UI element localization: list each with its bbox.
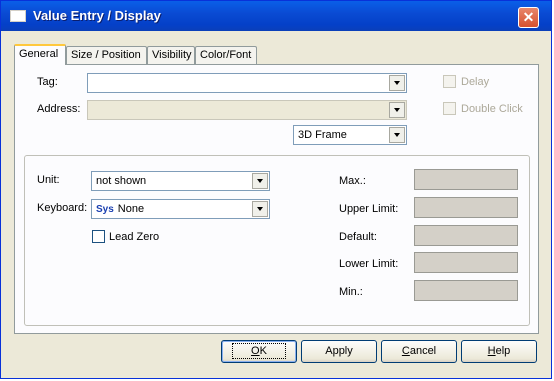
- apply-label: Apply: [325, 345, 353, 357]
- upper-limit-label: Upper Limit:: [339, 203, 399, 215]
- double-click-label: Double Click: [461, 103, 523, 115]
- delay-checkbox[interactable]: [443, 75, 456, 88]
- unit-dropdown-arrow-icon[interactable]: [252, 173, 268, 189]
- tag-dropdown-arrow-icon[interactable]: [389, 75, 405, 91]
- address-combobox[interactable]: [87, 100, 407, 120]
- keyboard-value: None: [117, 203, 145, 215]
- unit-label: Unit:: [37, 174, 60, 186]
- unit-combobox[interactable]: not shown: [91, 171, 270, 191]
- frame-style-combobox[interactable]: 3D Frame: [293, 125, 407, 145]
- ok-mnemonic: O: [251, 345, 260, 357]
- help-mnemonic: H: [487, 345, 496, 357]
- upper-limit-field[interactable]: [414, 197, 518, 218]
- lower-limit-field[interactable]: [414, 252, 518, 273]
- keyboard-combobox[interactable]: Sys None: [91, 199, 270, 219]
- cancel-button-label: Cancel: [402, 345, 436, 357]
- tag-combobox[interactable]: [87, 73, 407, 93]
- tab-visibility[interactable]: Visibility: [147, 46, 195, 64]
- keyboard-label: Keyboard:: [37, 202, 88, 214]
- ok-button-label: OK: [232, 343, 286, 359]
- keyboard-sys-icon: Sys: [96, 204, 114, 215]
- cancel-mnemonic: C: [401, 345, 410, 357]
- tab-general[interactable]: General: [14, 44, 66, 65]
- cancel-button[interactable]: Cancel: [381, 340, 457, 363]
- double-click-checkbox[interactable]: [443, 102, 456, 115]
- window-title: Value Entry / Display: [33, 8, 161, 23]
- keyboard-value-wrapper: Sys None: [96, 203, 144, 215]
- help-label-rest: elp: [495, 345, 511, 357]
- keyboard-dropdown-arrow-icon[interactable]: [252, 201, 268, 217]
- window-icon: [10, 10, 26, 22]
- min-label: Min.:: [339, 286, 363, 298]
- help-button[interactable]: Help: [461, 340, 537, 363]
- dialog-window: Value Entry / Display ✕ General Size / P…: [0, 0, 552, 379]
- frame-style-dropdown-arrow-icon[interactable]: [389, 127, 405, 143]
- lead-zero-checkbox[interactable]: [92, 230, 105, 243]
- ok-label-rest: K: [259, 345, 267, 357]
- address-dropdown-arrow-icon[interactable]: [389, 102, 405, 118]
- ok-button[interactable]: OK: [221, 340, 297, 363]
- lower-limit-label: Lower Limit:: [339, 258, 399, 270]
- cancel-label-rest: ancel: [409, 345, 437, 357]
- default-label: Default:: [339, 231, 377, 243]
- max-field[interactable]: [414, 169, 518, 190]
- unit-value: not shown: [96, 175, 147, 187]
- tag-label: Tag:: [37, 76, 58, 88]
- help-button-label: Help: [488, 345, 511, 357]
- max-label: Max.:: [339, 175, 366, 187]
- lead-zero-label: Lead Zero: [109, 231, 160, 243]
- apply-button[interactable]: Apply: [301, 340, 377, 363]
- frame-style-value: 3D Frame: [298, 129, 347, 141]
- default-field[interactable]: [414, 225, 518, 246]
- general-tab-panel: Tag: Delay Address: Double Click 3D Fram…: [14, 64, 539, 334]
- title-bar[interactable]: Value Entry / Display ✕: [1, 1, 551, 31]
- delay-label: Delay: [461, 76, 490, 88]
- value-settings-group: Unit: not shown Keyboard: Sys None Lead Z…: [24, 155, 530, 326]
- tab-size-position[interactable]: Size / Position: [66, 46, 147, 64]
- min-field[interactable]: [414, 280, 518, 301]
- address-label: Address:: [37, 103, 81, 115]
- tab-color-font[interactable]: Color/Font: [195, 46, 257, 64]
- close-icon[interactable]: ✕: [518, 7, 539, 28]
